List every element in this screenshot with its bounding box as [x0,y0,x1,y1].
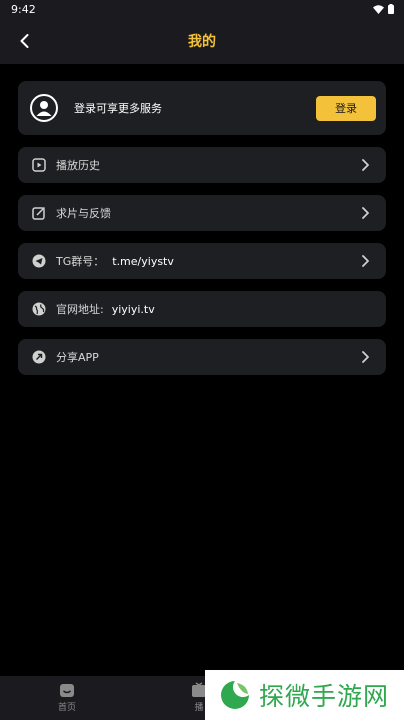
header: 我的 [0,18,404,64]
avatar-icon [30,94,58,122]
share-icon [32,350,46,364]
menu-item-feedback[interactable]: 求片与反馈 [18,195,386,231]
login-prompt: 登录可享更多服务 [74,102,162,115]
tab-home[interactable]: 首页 [47,682,87,713]
globe-icon [32,302,46,316]
page-title: 我的 [188,34,216,50]
menu-item-share[interactable]: 分享APP [18,339,386,375]
menu-label: 播放历史 [56,159,100,172]
wifi-icon [373,4,384,14]
login-card: 登录可享更多服务 登录 [18,81,386,135]
website-url: yiyiyi.tv [111,303,155,316]
leaf-logo-icon [221,681,249,709]
chevron-right-icon [360,351,370,363]
status-icons [373,4,394,14]
battery-icon [388,4,394,14]
menu-label: TG群号： t.me/yiystv [56,255,174,268]
menu-label: 求片与反馈 [56,207,111,220]
edit-icon [32,206,46,220]
home-icon [60,684,74,697]
watermark-text: 探微手游网 [259,682,390,711]
menu-item-website[interactable]: 官网地址: yiyiyi.tv [18,291,386,327]
play-history-icon [32,158,46,172]
telegram-icon [32,254,46,268]
watermark: 探微手游网 [205,670,404,720]
status-time: 9:42 [11,2,36,16]
menu-label: 官网地址: yiyiyi.tv [56,303,155,316]
tab-label: 播 [194,703,204,713]
back-button[interactable] [12,29,36,53]
status-bar: 9:42 [0,0,404,18]
chevron-left-icon [20,34,28,48]
login-button[interactable]: 登录 [316,95,376,121]
menu-item-play-history[interactable]: 播放历史 [18,147,386,183]
telegram-link: t.me/yiystv [112,255,174,268]
menu-item-telegram[interactable]: TG群号： t.me/yiystv [18,243,386,279]
menu-label: 分享APP [56,351,99,364]
chevron-right-icon [360,159,370,171]
tab-label: 首页 [57,703,76,713]
chevron-right-icon [360,255,370,267]
chevron-right-icon [360,207,370,219]
